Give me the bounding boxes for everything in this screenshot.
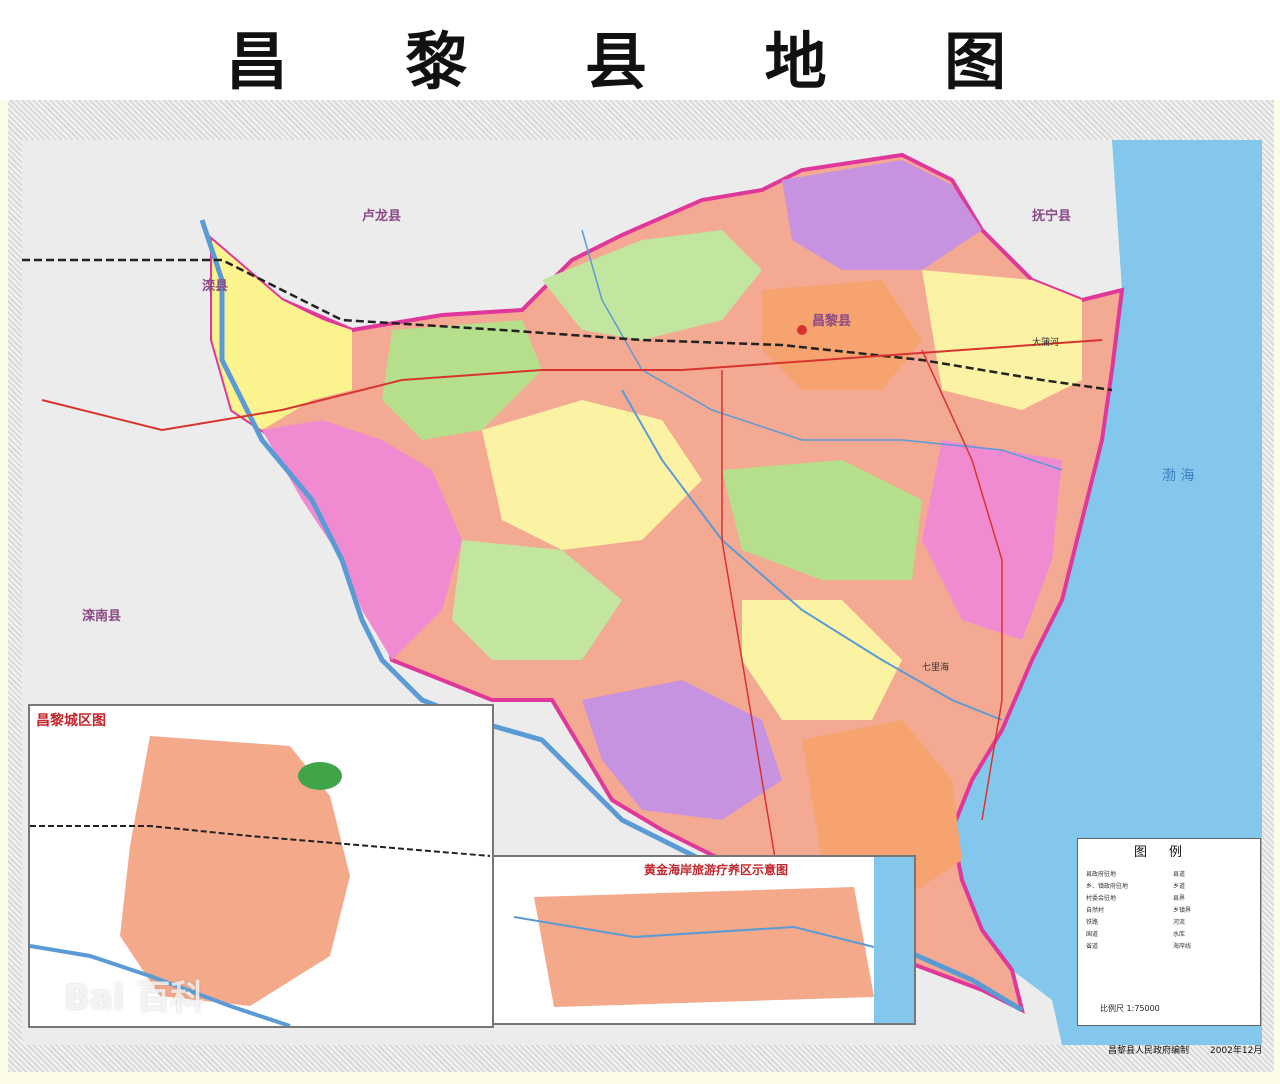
scale-label: 比例尺 1:75000 — [1100, 1004, 1160, 1013]
label-funing: 抚宁县 — [1032, 208, 1071, 224]
map-legend: 图例 县政府驻地 乡、镇政府驻地 村委会驻地 自然村 铁路 国道 省道 县道 乡… — [1077, 838, 1261, 1026]
legend-item: 海岸线 — [1173, 943, 1192, 950]
inset-city-title: 昌黎城区图 — [36, 713, 106, 729]
coast-sea — [874, 857, 914, 1023]
legend-item: 水库 — [1173, 931, 1186, 938]
legend-item: 县政府驻地 — [1086, 871, 1117, 878]
publish-date: 2002年12月 — [1210, 1046, 1263, 1056]
legend-item: 乡道 — [1173, 883, 1186, 890]
legend-item: 村委会驻地 — [1086, 895, 1117, 902]
legend-item: 乡、镇政府驻地 — [1086, 883, 1129, 890]
label-bohai: 渤 海 — [1162, 468, 1194, 484]
legend-item: 自然村 — [1086, 907, 1105, 914]
legend-item: 县界 — [1173, 895, 1186, 902]
city-park — [298, 762, 342, 790]
legend-item: 省道 — [1086, 943, 1099, 950]
label-dapuhe: 大蒲河 — [1032, 336, 1059, 348]
label-changli: 昌黎县 — [812, 313, 851, 329]
legend-item: 乡镇界 — [1173, 907, 1192, 914]
legend-item: 国道 — [1086, 931, 1099, 938]
label-qilihai: 七里海 — [922, 661, 949, 673]
inset-coast-map[interactable]: 黄金海岸旅游疗养区示意图 — [492, 855, 916, 1025]
inset-coast-title: 黄金海岸旅游疗养区示意图 — [644, 863, 789, 877]
legend-item: 铁路 — [1086, 919, 1099, 926]
page-title: 昌 黎 县 地 图 — [225, 25, 1055, 98]
county-seat-marker[interactable] — [797, 325, 807, 335]
inset-coast-canvas — [513, 857, 914, 1023]
publisher-credit: 昌黎县人民政府编制 — [1108, 1046, 1190, 1056]
label-luannan: 滦南县 — [82, 608, 121, 624]
legend-title: 图例 — [1133, 845, 1204, 860]
title-strip — [392, 0, 1280, 18]
coast-resort-area — [534, 887, 874, 1007]
label-luanxian: 滦县 — [202, 278, 228, 294]
baidu-watermark: Bai 百科 — [64, 978, 205, 1018]
legend-item: 河流 — [1173, 919, 1186, 926]
label-lulong: 卢龙县 — [362, 208, 401, 224]
legend-item: 县道 — [1173, 871, 1186, 878]
